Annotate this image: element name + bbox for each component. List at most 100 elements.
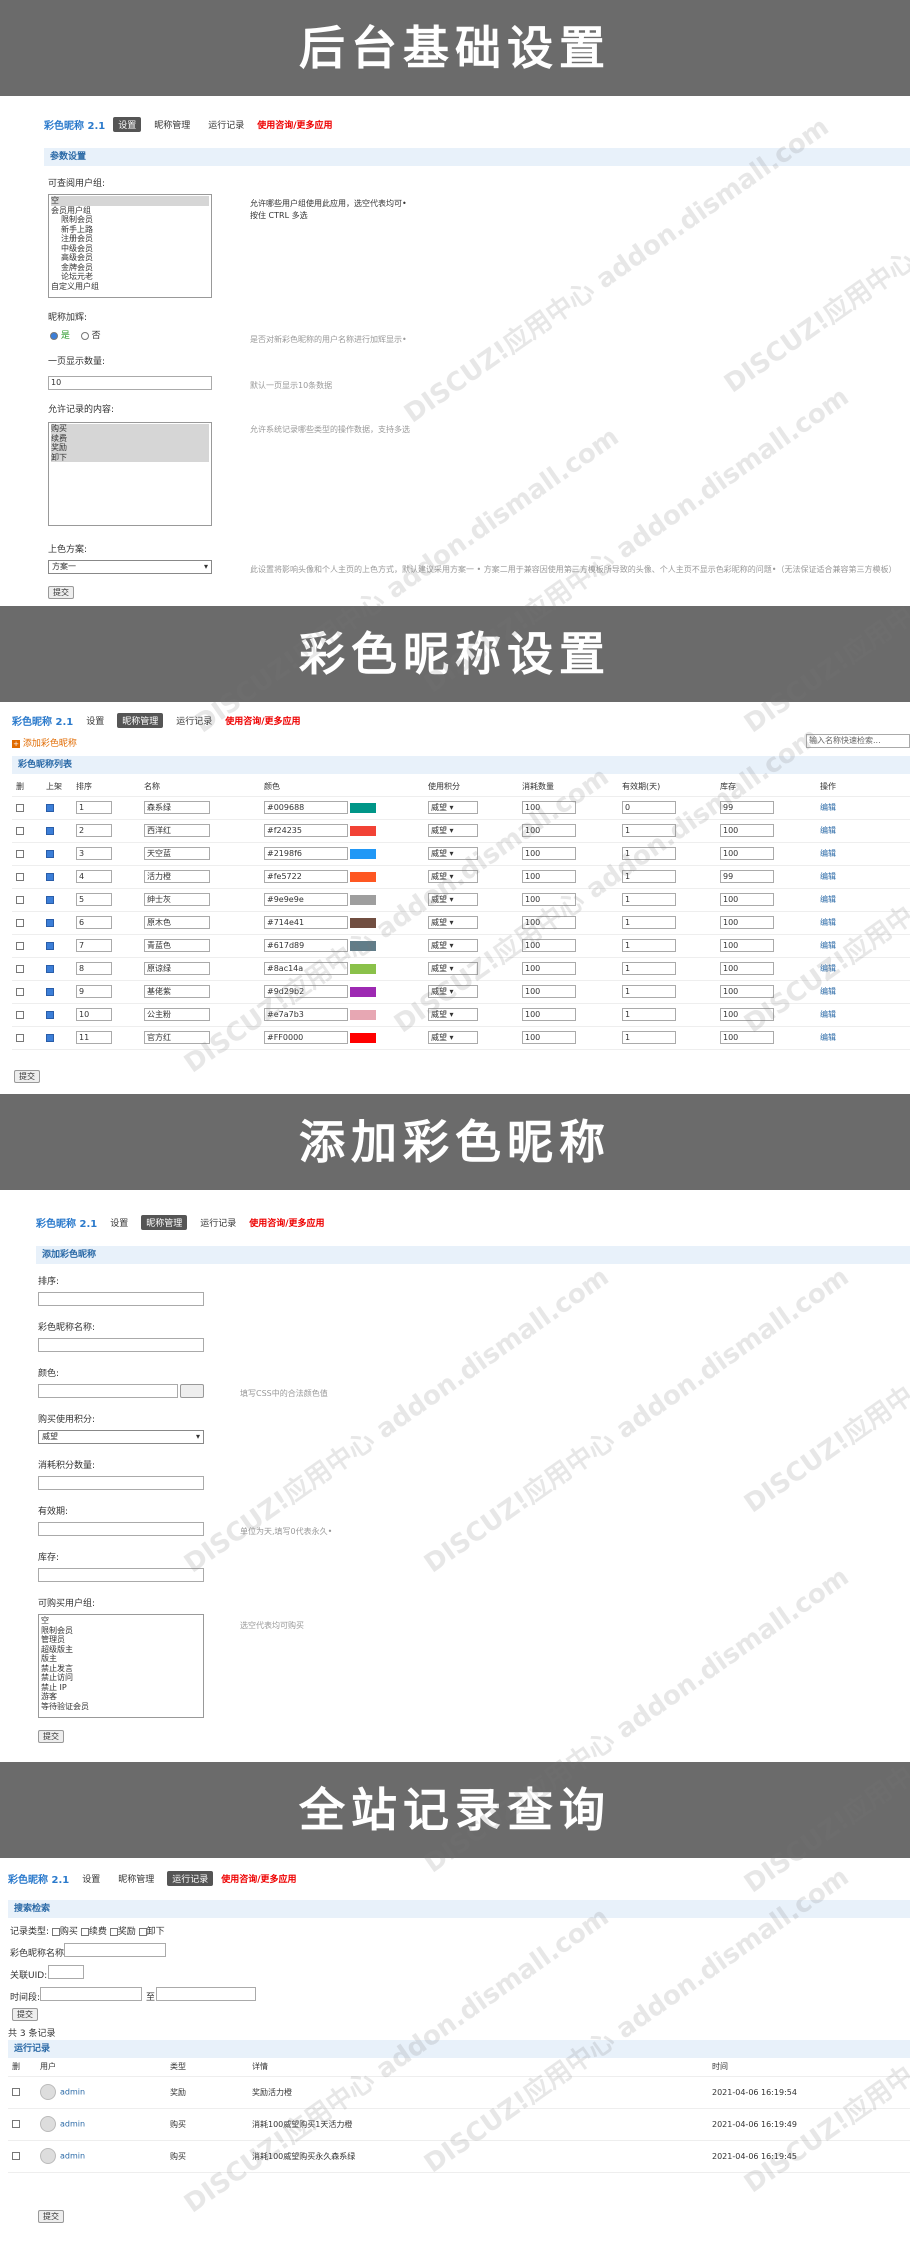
days-input[interactable]: 1 (622, 939, 676, 952)
stock-input[interactable]: 100 (720, 985, 774, 998)
stock-input[interactable]: 100 (720, 893, 774, 906)
days-input[interactable]: 1 (622, 1031, 676, 1044)
listed-checkbox[interactable] (46, 941, 54, 950)
credit-select[interactable]: 威望 ▾ (428, 985, 478, 998)
user-link[interactable]: admin (60, 2088, 85, 2097)
name-input[interactable]: 青蓝色 (144, 939, 210, 952)
delete-checkbox[interactable] (16, 895, 24, 904)
days-input[interactable]: 1 (622, 870, 676, 883)
stock-input[interactable]: 100 (720, 1031, 774, 1044)
name-input[interactable]: 天空蓝 (144, 847, 210, 860)
list-item[interactable]: 续费 (51, 433, 209, 443)
nav-log[interactable]: 运行记录 (167, 1870, 214, 1886)
stock-input[interactable]: 100 (720, 847, 774, 860)
delete-checkbox[interactable] (16, 1010, 24, 1019)
nav-more-link[interactable]: 使用咨询/更多应用 (249, 1216, 324, 1229)
cost-input[interactable] (38, 1476, 204, 1490)
stock-input[interactable]: 100 (720, 939, 774, 952)
listed-checkbox[interactable] (46, 987, 54, 996)
list-item[interactable]: 奖励 (51, 443, 209, 453)
credit-select[interactable]: 威望 ▾ (428, 893, 478, 906)
list-item[interactable]: 会员用户组 (51, 206, 209, 216)
credit-select[interactable]: 威望 ▾ (428, 1008, 478, 1021)
listed-checkbox[interactable] (46, 826, 54, 835)
credit-select[interactable]: 威望 ▾ (428, 870, 478, 883)
color-input[interactable]: #617d89 (264, 939, 348, 952)
credit-select[interactable]: 威望 ▾ (428, 1031, 478, 1044)
sort-input[interactable]: 11 (76, 1031, 112, 1044)
list-item[interactable]: 禁止 IP (41, 1683, 201, 1693)
edit-link[interactable]: 编辑 (820, 872, 836, 881)
user-link[interactable]: admin (60, 2152, 85, 2161)
type-checkbox[interactable] (109, 1927, 118, 1936)
sort-input[interactable]: 7 (76, 939, 112, 952)
nav-more-link[interactable]: 使用咨询/更多应用 (257, 118, 332, 131)
edit-link[interactable]: 编辑 (820, 895, 836, 904)
delete-checkbox[interactable] (16, 964, 24, 973)
perpage-input[interactable]: 10 (48, 376, 212, 390)
color-input[interactable]: #f24235 (264, 824, 348, 837)
uid-input[interactable] (48, 1965, 84, 1979)
cost-input[interactable]: 100 (522, 985, 576, 998)
submit-button[interactable]: 提交 (14, 1070, 40, 1083)
nav-settings[interactable]: 设置 (81, 713, 109, 728)
search-submit-button[interactable]: 提交 (12, 2008, 38, 2021)
days-input[interactable]: 1 (622, 847, 676, 860)
list-item[interactable]: 论坛元老 (51, 272, 209, 282)
stock-input[interactable]: 100 (720, 824, 774, 837)
credit-select[interactable]: 威望 ▾ (428, 939, 478, 952)
stock-input[interactable]: 99 (720, 801, 774, 814)
user-link[interactable]: admin (60, 2120, 85, 2129)
sort-input[interactable]: 1 (76, 801, 112, 814)
days-input[interactable] (38, 1522, 204, 1536)
nav-log[interactable]: 运行记录 (171, 713, 217, 728)
listed-checkbox[interactable] (46, 1033, 54, 1042)
nav-log[interactable]: 运行记录 (203, 117, 249, 132)
color-input[interactable]: #9e9e9e (264, 893, 348, 906)
add-color-link[interactable]: + 添加彩色昵称 (12, 736, 77, 749)
sort-input[interactable]: 5 (76, 893, 112, 906)
sort-input[interactable]: 4 (76, 870, 112, 883)
credit-select[interactable]: 威望 ▾ (428, 801, 478, 814)
days-input[interactable]: 1 (622, 962, 676, 975)
list-item[interactable]: 金牌会员 (51, 263, 209, 273)
color-input[interactable]: #9d29b2 (264, 985, 348, 998)
cost-input[interactable]: 100 (522, 801, 576, 814)
credit-select[interactable]: 威望 ▾ (428, 916, 478, 929)
nav-log[interactable]: 运行记录 (195, 1215, 241, 1230)
credit-select[interactable]: 威望 (38, 1430, 204, 1444)
credit-select[interactable]: 威望 ▾ (428, 962, 478, 975)
name-input[interactable]: 官方红 (144, 1031, 210, 1044)
nav-manage[interactable]: 昵称管理 (149, 117, 195, 132)
list-item[interactable]: 版主 (41, 1654, 201, 1664)
name-input[interactable]: 森系绿 (144, 801, 210, 814)
listed-checkbox[interactable] (46, 895, 54, 904)
color-input[interactable]: #009688 (264, 801, 348, 814)
sort-input[interactable]: 8 (76, 962, 112, 975)
list-item[interactable]: 自定义用户组 (51, 282, 209, 292)
name-input[interactable]: 活力橙 (144, 870, 210, 883)
delete-checkbox[interactable] (16, 872, 24, 881)
list-item[interactable]: 限制会员 (41, 1626, 201, 1636)
cost-input[interactable]: 100 (522, 847, 576, 860)
days-input[interactable]: 1 (622, 1008, 676, 1021)
days-input[interactable]: 1 (622, 916, 676, 929)
list-item[interactable]: 限制会员 (51, 215, 209, 225)
submit-button[interactable]: 提交 (38, 1730, 64, 1743)
nav-manage[interactable]: 昵称管理 (113, 1871, 159, 1886)
stock-input[interactable] (38, 1568, 204, 1582)
color-input[interactable]: #FF0000 (264, 1031, 348, 1044)
color-picker-button[interactable] (180, 1384, 204, 1398)
buy-groups-listbox[interactable]: 空 限制会员 管理员 超级版主 版主 禁止发言 禁止访问 禁止 IP 游客 等待… (38, 1614, 204, 1718)
cost-input[interactable]: 100 (522, 1008, 576, 1021)
credit-select[interactable]: 威望 ▾ (428, 824, 478, 837)
sort-input[interactable]: 10 (76, 1008, 112, 1021)
nav-settings[interactable]: 设置 (77, 1871, 105, 1886)
listed-checkbox[interactable] (46, 872, 54, 881)
delete-checkbox[interactable] (16, 826, 24, 835)
stock-input[interactable]: 100 (720, 1008, 774, 1021)
radio-yes[interactable] (50, 331, 58, 340)
list-item[interactable]: 注册会员 (51, 234, 209, 244)
nav-settings[interactable]: 设置 (113, 116, 142, 132)
name-input[interactable]: 原木色 (144, 916, 210, 929)
